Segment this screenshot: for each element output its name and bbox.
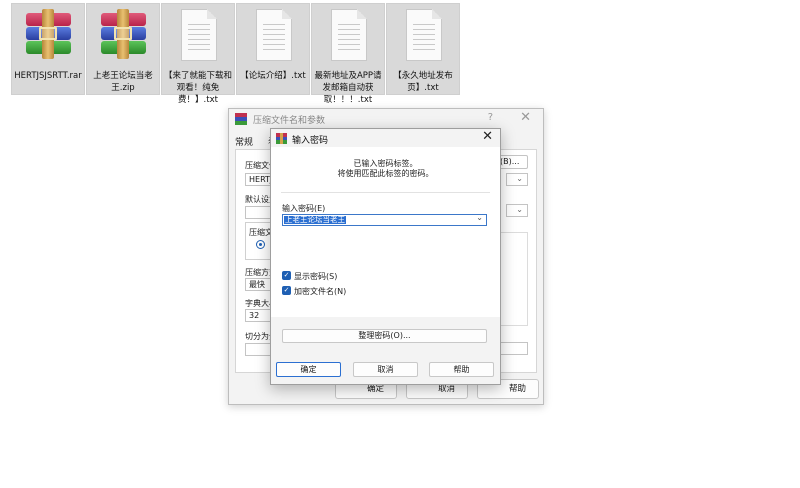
password-input[interactable]: 上老王论坛当老王 ⌄ [282, 213, 487, 226]
winrar-archive-icon [100, 7, 148, 65]
file-hertjsjsrtt-rar[interactable]: HERTJSJSRTT.rar [11, 3, 85, 95]
text-document-icon [250, 7, 298, 65]
text-document-icon [175, 7, 223, 65]
text-document-icon [325, 7, 373, 65]
password-dialog-body: 已输入密码标签。 将使用匹配此标签的密码。 输入密码(E) 上老王论坛当老王 ⌄… [271, 147, 500, 317]
text-document-icon [400, 7, 448, 65]
chevron-down-icon: ⌄ [516, 205, 523, 214]
file-name: 上老王论坛当老王.zip [93, 71, 153, 93]
format-radio[interactable] [256, 240, 265, 249]
enter-password-dialog: 输入密码 ✕ 已输入密码标签。 将使用匹配此标签的密码。 输入密码(E) 上老王… [270, 128, 501, 385]
file-name: 【来了就能下载和观看！纯免费！】.txt [164, 71, 233, 105]
password-value-selected: 上老王论坛当老王 [284, 215, 346, 224]
tab-general[interactable]: 常规 [235, 135, 253, 148]
file-forum-intro-txt[interactable]: 【论坛介绍】.txt [236, 3, 310, 95]
chevron-down-icon[interactable]: ⌄ [476, 213, 483, 222]
archive-name-dropdown[interactable]: ⌄ [506, 173, 528, 186]
password-label: 输入密码(E) [282, 204, 326, 213]
help-icon[interactable]: ? [488, 112, 493, 123]
ok-button[interactable]: 确定 [276, 362, 341, 377]
file-name: 【永久地址发布页】.txt [393, 71, 453, 93]
file-name: 最新地址及APP请发邮箱自动获取！！！.txt [314, 71, 382, 105]
organize-passwords-button[interactable]: 整理密码(O)... [282, 329, 487, 343]
winrar-title-icon [235, 113, 247, 125]
file-name: 【论坛介绍】.txt [240, 71, 306, 81]
close-icon[interactable]: ✕ [482, 129, 493, 144]
show-password-label: 显示密码(S) [294, 272, 338, 281]
cancel-button[interactable]: 取消 [353, 362, 418, 377]
password-dialog-title: 输入密码 [292, 136, 329, 146]
winrar-title-icon [276, 133, 287, 144]
title-bar[interactable]: 输入密码 ✕ [271, 129, 500, 147]
help-button[interactable]: 帮助 [429, 362, 494, 377]
checkmark-icon: ✓ [282, 271, 291, 280]
checkmark-icon: ✓ [282, 286, 291, 295]
encrypt-filenames-label: 加密文件名(N) [294, 287, 347, 296]
close-icon[interactable]: ✕ [520, 110, 531, 125]
file-free-download-txt[interactable]: 【来了就能下载和观看！纯免费！】.txt [161, 3, 235, 105]
update-mode-dropdown[interactable]: ⌄ [506, 204, 528, 217]
divider [281, 192, 490, 193]
winrar-archive-icon [25, 7, 73, 65]
file-latest-address-txt[interactable]: 最新地址及APP请发邮箱自动获取！！！.txt [311, 3, 385, 105]
info-text-line-2: 将使用匹配此标签的密码。 [337, 169, 434, 178]
file-name: HERTJSJSRTT.rar [14, 71, 82, 81]
file-permanent-address-txt[interactable]: 【永久地址发布页】.txt [386, 3, 460, 95]
file-laowang-zip[interactable]: 上老王论坛当老王.zip [86, 3, 160, 95]
archive-dialog-title: 压缩文件名和参数 [253, 116, 326, 126]
chevron-down-icon: ⌄ [516, 174, 523, 183]
